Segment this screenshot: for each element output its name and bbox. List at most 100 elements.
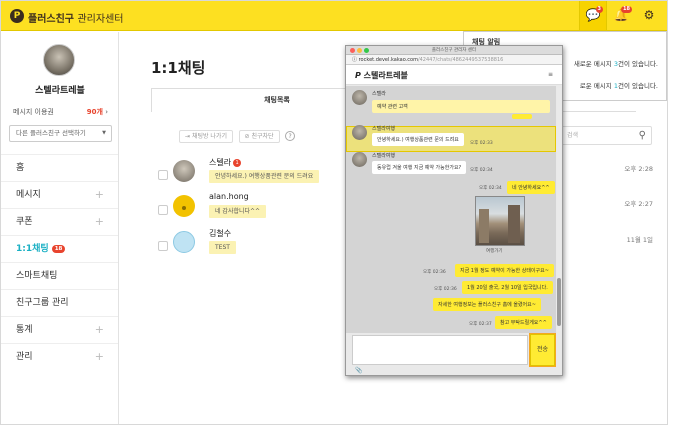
- chat-time: 11월 1일: [626, 236, 653, 244]
- sidebar-item-label: 친구그룹 관리: [16, 298, 69, 308]
- chevron-down-icon: ▼: [102, 130, 106, 136]
- search-placeholder: 검색: [567, 132, 579, 139]
- notification-text: 건이 있습니다.: [617, 60, 658, 68]
- menu-icon[interactable]: ≡: [548, 71, 553, 78]
- search-input[interactable]: 검색 ⚲: [560, 126, 652, 145]
- plusfriend-logo-icon: P: [10, 9, 24, 23]
- sidebar-menu: 홈 메시지 + 쿠폰 + 1:1채팅 18 스마트채팅 친구그룹 관리 통계 + 관리 +: [1, 154, 118, 370]
- message-quota-value: 90개: [86, 108, 103, 116]
- message-time: 오후 02:34: [470, 168, 493, 173]
- row-checkbox[interactable]: [158, 205, 168, 215]
- sidebar-item-label: 메시지: [16, 190, 41, 200]
- sender-avatar: [352, 125, 367, 140]
- sidebar-item-manage[interactable]: 관리 +: [1, 343, 118, 370]
- sidebar-item-label: 관리: [16, 352, 33, 362]
- sidebar-item-home[interactable]: 홈: [1, 154, 118, 181]
- plus-icon[interactable]: +: [95, 317, 104, 343]
- photo-caption: 여행가기: [486, 249, 503, 254]
- chat-header: 𝙋 스텔라트레블 ≡: [346, 65, 562, 85]
- sender-name: 스텔라여행: [372, 153, 396, 159]
- window-titlebar[interactable]: 플러스친구 관리자 센터: [346, 46, 562, 55]
- sidebar-item-friend-group[interactable]: 친구그룹 관리: [1, 289, 118, 316]
- chat-partner-name-text: 스텔라트레블: [363, 71, 408, 80]
- block-friend-label: 친구차단: [251, 133, 274, 140]
- sidebar-item-coupon[interactable]: 쿠폰 +: [1, 208, 118, 235]
- message-time: 오후 02:34: [479, 186, 502, 191]
- block-friend-button[interactable]: ⊘ 친구차단: [238, 130, 280, 143]
- sidebar-item-chat[interactable]: 1:1채팅 18: [1, 235, 118, 262]
- send-button[interactable]: 전송: [529, 333, 556, 367]
- message-scrollbar[interactable]: [557, 88, 561, 331]
- sidebar-item-message[interactable]: 메시지 +: [1, 181, 118, 208]
- chat-count-badge: 18: [51, 244, 66, 253]
- avatar[interactable]: [43, 44, 75, 76]
- page-title: 1:1채팅: [151, 59, 206, 77]
- default-user-avatar-icon: [173, 231, 195, 253]
- leave-chat-button[interactable]: ⇥ 채팅방 나가기: [179, 130, 233, 143]
- attach-icon[interactable]: 📎: [355, 367, 362, 374]
- chat-popup-window: 플러스친구 관리자 센터 ⓘ rocket.devel.kakao.com/42…: [345, 45, 563, 376]
- sidebar: 스텔라트레블 메시지 이용권 90개 › 다른 플러스친구 선택하기 ▼ 홈 메…: [1, 32, 119, 424]
- message-time: 오후 02:36: [423, 270, 446, 275]
- sidebar-item-label: 통계: [16, 325, 33, 335]
- sender-avatar: [352, 90, 367, 105]
- my-message-bubble: 자세한 여행정보는 플러스친구 홈에 올렸어요~: [433, 298, 541, 311]
- chat-avatar: [173, 160, 195, 182]
- plus-icon[interactable]: +: [95, 182, 104, 208]
- plus-icon[interactable]: +: [95, 209, 104, 235]
- chat-preview: 네 감사합니다^^: [209, 205, 267, 218]
- message-input[interactable]: [352, 335, 528, 365]
- url-path: /42447/chats/4862449537538816: [417, 57, 504, 63]
- message-bubble-fragment: [512, 114, 532, 119]
- settings-button[interactable]: ⚙: [635, 1, 663, 30]
- my-message-bubble: 참고 부탁드릴게요^^: [495, 316, 552, 329]
- bell-button[interactable]: 🔔 18: [607, 1, 635, 30]
- chat-preview: TEST: [209, 241, 236, 254]
- my-message-bubble: 지금 1월 정도 예약이 가능한 상태이구요~: [455, 264, 554, 277]
- brand-name: 플러스친구: [28, 14, 74, 25]
- gear-icon: ⚙: [643, 8, 655, 22]
- notification-text: 건이 있습니다.: [617, 82, 658, 90]
- chat-notification-button[interactable]: 💬 3: [579, 1, 607, 30]
- row-checkbox[interactable]: [158, 241, 168, 251]
- sidebar-item-label: 홈: [16, 163, 25, 173]
- help-icon[interactable]: ?: [285, 131, 296, 141]
- friend-select-label: 다른 플러스친구 선택하기: [16, 129, 86, 137]
- plusfriend-p-icon: 𝙋: [355, 71, 361, 80]
- brand-title: 플러스친구 관리자센터: [28, 10, 123, 25]
- my-message-bubble: 1월 20일 출국, 2월 10일 입국입니다.: [462, 281, 553, 294]
- chat-name-text: 스텔라: [209, 158, 232, 167]
- message-bubble: 동유럽 겨울 여행 지금 예약 가능한가요?: [372, 161, 467, 174]
- chat-actions: ⇥ 채팅방 나가기 ⊘ 친구차단 ?: [179, 130, 296, 143]
- sidebar-item-label: 1:1채팅: [16, 244, 49, 254]
- brand-sub: 관리자센터: [77, 14, 124, 25]
- chat-avatar: [173, 195, 195, 217]
- leave-chat-label: 채팅방 나가기: [191, 133, 227, 140]
- row-checkbox[interactable]: [158, 170, 168, 180]
- url-bar[interactable]: ⓘ rocket.devel.kakao.com/42447/chats/486…: [346, 55, 562, 65]
- notification-item[interactable]: 새로운 메시지 3건이 있습니다.: [574, 58, 658, 68]
- plus-icon[interactable]: +: [95, 344, 104, 370]
- scrollbar-thumb[interactable]: [557, 278, 561, 326]
- chat-time: 오후 2:28: [624, 165, 653, 173]
- message-bubble: 안녕하세요.) 여행상품관련 문의 드려요: [372, 133, 464, 146]
- search-icon[interactable]: ⚲: [639, 127, 646, 144]
- notification-text: 로운 메시지: [579, 82, 614, 90]
- sidebar-item-stats[interactable]: 통계 +: [1, 316, 118, 343]
- sidebar-item-label: 쿠폰: [16, 217, 33, 227]
- sender-name: 스텔라: [372, 91, 386, 97]
- message-time: 오후 02:37: [469, 322, 492, 327]
- shared-photo[interactable]: [475, 196, 525, 246]
- bell-badge: 18: [621, 6, 632, 13]
- message-quota-count[interactable]: 90개 ›: [87, 107, 108, 117]
- message-time: 오후 02:33: [470, 141, 493, 146]
- chat-preview: 안녕하세요.) 여행상품관련 문의 드려요: [209, 170, 320, 183]
- notification-item[interactable]: 로운 메시지 1건이 있습니다.: [580, 80, 658, 90]
- window-title: 플러스친구 관리자 센터: [431, 48, 477, 53]
- friend-select-dropdown[interactable]: 다른 플러스친구 선택하기 ▼: [9, 125, 112, 142]
- notification-text: 새로운 메시지: [573, 60, 614, 68]
- profile-name: 스텔라트레블: [35, 86, 85, 96]
- admin-center-frame: P 플러스친구 관리자센터 💬 3 🔔 18 ⚙ 스텔라트레블 메시지 이용권 …: [0, 0, 668, 425]
- sidebar-item-smart-chat[interactable]: 스마트채팅: [1, 262, 118, 289]
- chat-partner-name: 𝙋 스텔라트레블: [355, 70, 408, 81]
